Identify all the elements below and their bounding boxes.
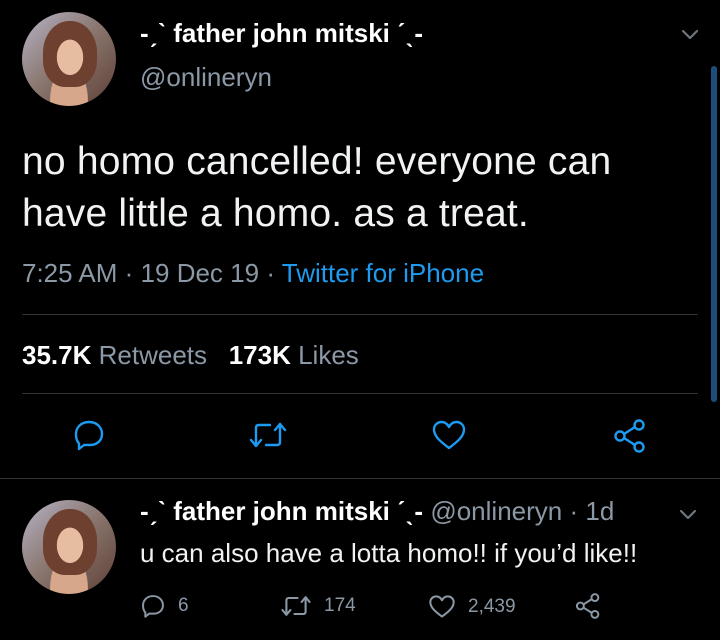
user-handle[interactable]: @onlineryn xyxy=(430,496,562,526)
reply-icon xyxy=(140,593,166,619)
likes-stat[interactable]: 173K Likes xyxy=(229,340,359,370)
likes-label: Likes xyxy=(298,340,359,370)
like-button[interactable] xyxy=(431,419,467,451)
like-button[interactable]: 2,439 xyxy=(428,594,516,619)
retweet-count: 174 xyxy=(324,595,356,616)
likes-count: 173K xyxy=(228,340,291,370)
retweet-button[interactable] xyxy=(248,420,288,450)
share-icon xyxy=(574,593,602,619)
reply-count: 6 xyxy=(178,595,189,616)
reply-icon xyxy=(72,418,106,452)
scrollbar[interactable] xyxy=(711,66,717,402)
share-icon xyxy=(612,419,648,453)
meta-separator: · xyxy=(569,496,579,526)
share-button[interactable] xyxy=(574,593,602,619)
retweets-count: 35.7K xyxy=(22,340,92,370)
divider xyxy=(22,393,698,394)
retweet-icon xyxy=(248,420,288,450)
avatar[interactable] xyxy=(22,500,116,594)
retweet-icon xyxy=(280,594,312,618)
reply-button[interactable]: 6 xyxy=(140,593,189,619)
retweets-stat[interactable]: 35.7K Retweets xyxy=(22,340,207,370)
display-name[interactable]: -ˏˋ father john mitski ˊˎ- xyxy=(140,18,423,49)
meta-separator: · xyxy=(124,258,134,288)
like-count: 2,439 xyxy=(468,595,516,617)
tweet-stats: 35.7K Retweets 173K Likes xyxy=(22,340,359,371)
tweet-text: u can also have a lotta homo!! if you’d … xyxy=(140,538,638,568)
user-handle[interactable]: @onlineryn xyxy=(140,62,272,93)
chevron-down-icon[interactable] xyxy=(681,28,699,42)
retweet-button[interactable]: 174 xyxy=(280,594,356,618)
tweet-meta: 7:25 AM · 19 Dec 19 · Twitter for iPhone xyxy=(22,258,484,289)
tweet-age: 1d xyxy=(585,496,615,526)
divider xyxy=(22,314,698,315)
tweet-source-link[interactable]: Twitter for iPhone xyxy=(282,258,484,288)
chevron-down-icon[interactable] xyxy=(679,508,697,522)
reply-button[interactable] xyxy=(72,418,106,452)
tweet-date: 19 Dec 19 xyxy=(140,258,260,288)
tweet-time: 7:25 AM xyxy=(22,258,118,288)
tweet-text: no homo cancelled! everyone can have lit… xyxy=(22,140,612,235)
main-tweet: -ˏˋ father john mitski ˊˎ- @onlineryn no… xyxy=(0,0,720,478)
divider xyxy=(0,478,720,479)
avatar[interactable] xyxy=(22,12,116,106)
heart-icon xyxy=(428,594,456,619)
share-button[interactable] xyxy=(612,419,648,453)
meta-separator: · xyxy=(266,258,275,288)
heart-icon xyxy=(431,419,467,451)
display-name[interactable]: -ˏˋ father john mitski ˊˎ- xyxy=(140,496,423,526)
retweets-label: Retweets xyxy=(98,340,208,370)
reply-header: -ˏˋ father john mitski ˊˎ- @onlineryn · … xyxy=(140,496,614,527)
